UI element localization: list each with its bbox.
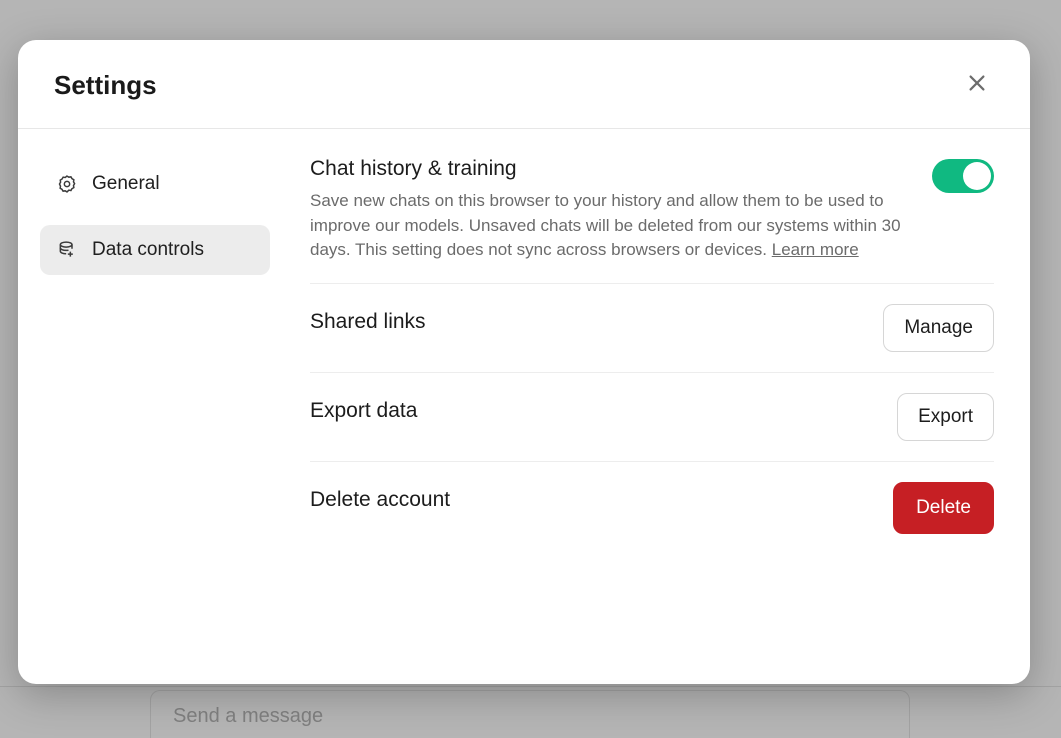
setting-title: Shared links	[310, 304, 863, 334]
modal-header: Settings	[18, 40, 1030, 129]
close-button[interactable]	[960, 68, 994, 102]
sidebar-item-label: General	[92, 173, 160, 195]
settings-content: Chat history & training Save new chats o…	[292, 129, 1030, 684]
setting-delete-account: Delete account Delete	[310, 462, 994, 554]
settings-modal: Settings General	[18, 40, 1030, 684]
chat-history-toggle[interactable]	[932, 159, 994, 193]
modal-body: General Data controls Chat	[18, 129, 1030, 684]
setting-title: Export data	[310, 393, 877, 423]
sidebar-item-data-controls[interactable]: Data controls	[40, 225, 270, 275]
manage-shared-links-button[interactable]: Manage	[883, 304, 994, 352]
setting-shared-links: Shared links Manage	[310, 284, 994, 373]
learn-more-link[interactable]: Learn more	[772, 240, 859, 259]
toggle-knob	[963, 162, 991, 190]
setting-chat-history: Chat history & training Save new chats o…	[310, 157, 994, 284]
settings-sidebar: General Data controls	[18, 129, 292, 684]
sidebar-item-general[interactable]: General	[40, 159, 270, 209]
close-icon	[966, 72, 988, 99]
modal-title: Settings	[54, 70, 157, 101]
gear-icon	[56, 173, 78, 195]
setting-export-data: Export data Export	[310, 373, 994, 462]
sidebar-item-label: Data controls	[92, 239, 204, 261]
delete-account-button[interactable]: Delete	[893, 482, 994, 534]
setting-description: Save new chats on this browser to your h…	[310, 189, 910, 263]
setting-title: Delete account	[310, 482, 873, 512]
export-data-button[interactable]: Export	[897, 393, 994, 441]
setting-title: Chat history & training	[310, 157, 912, 181]
data-controls-icon	[56, 239, 78, 261]
